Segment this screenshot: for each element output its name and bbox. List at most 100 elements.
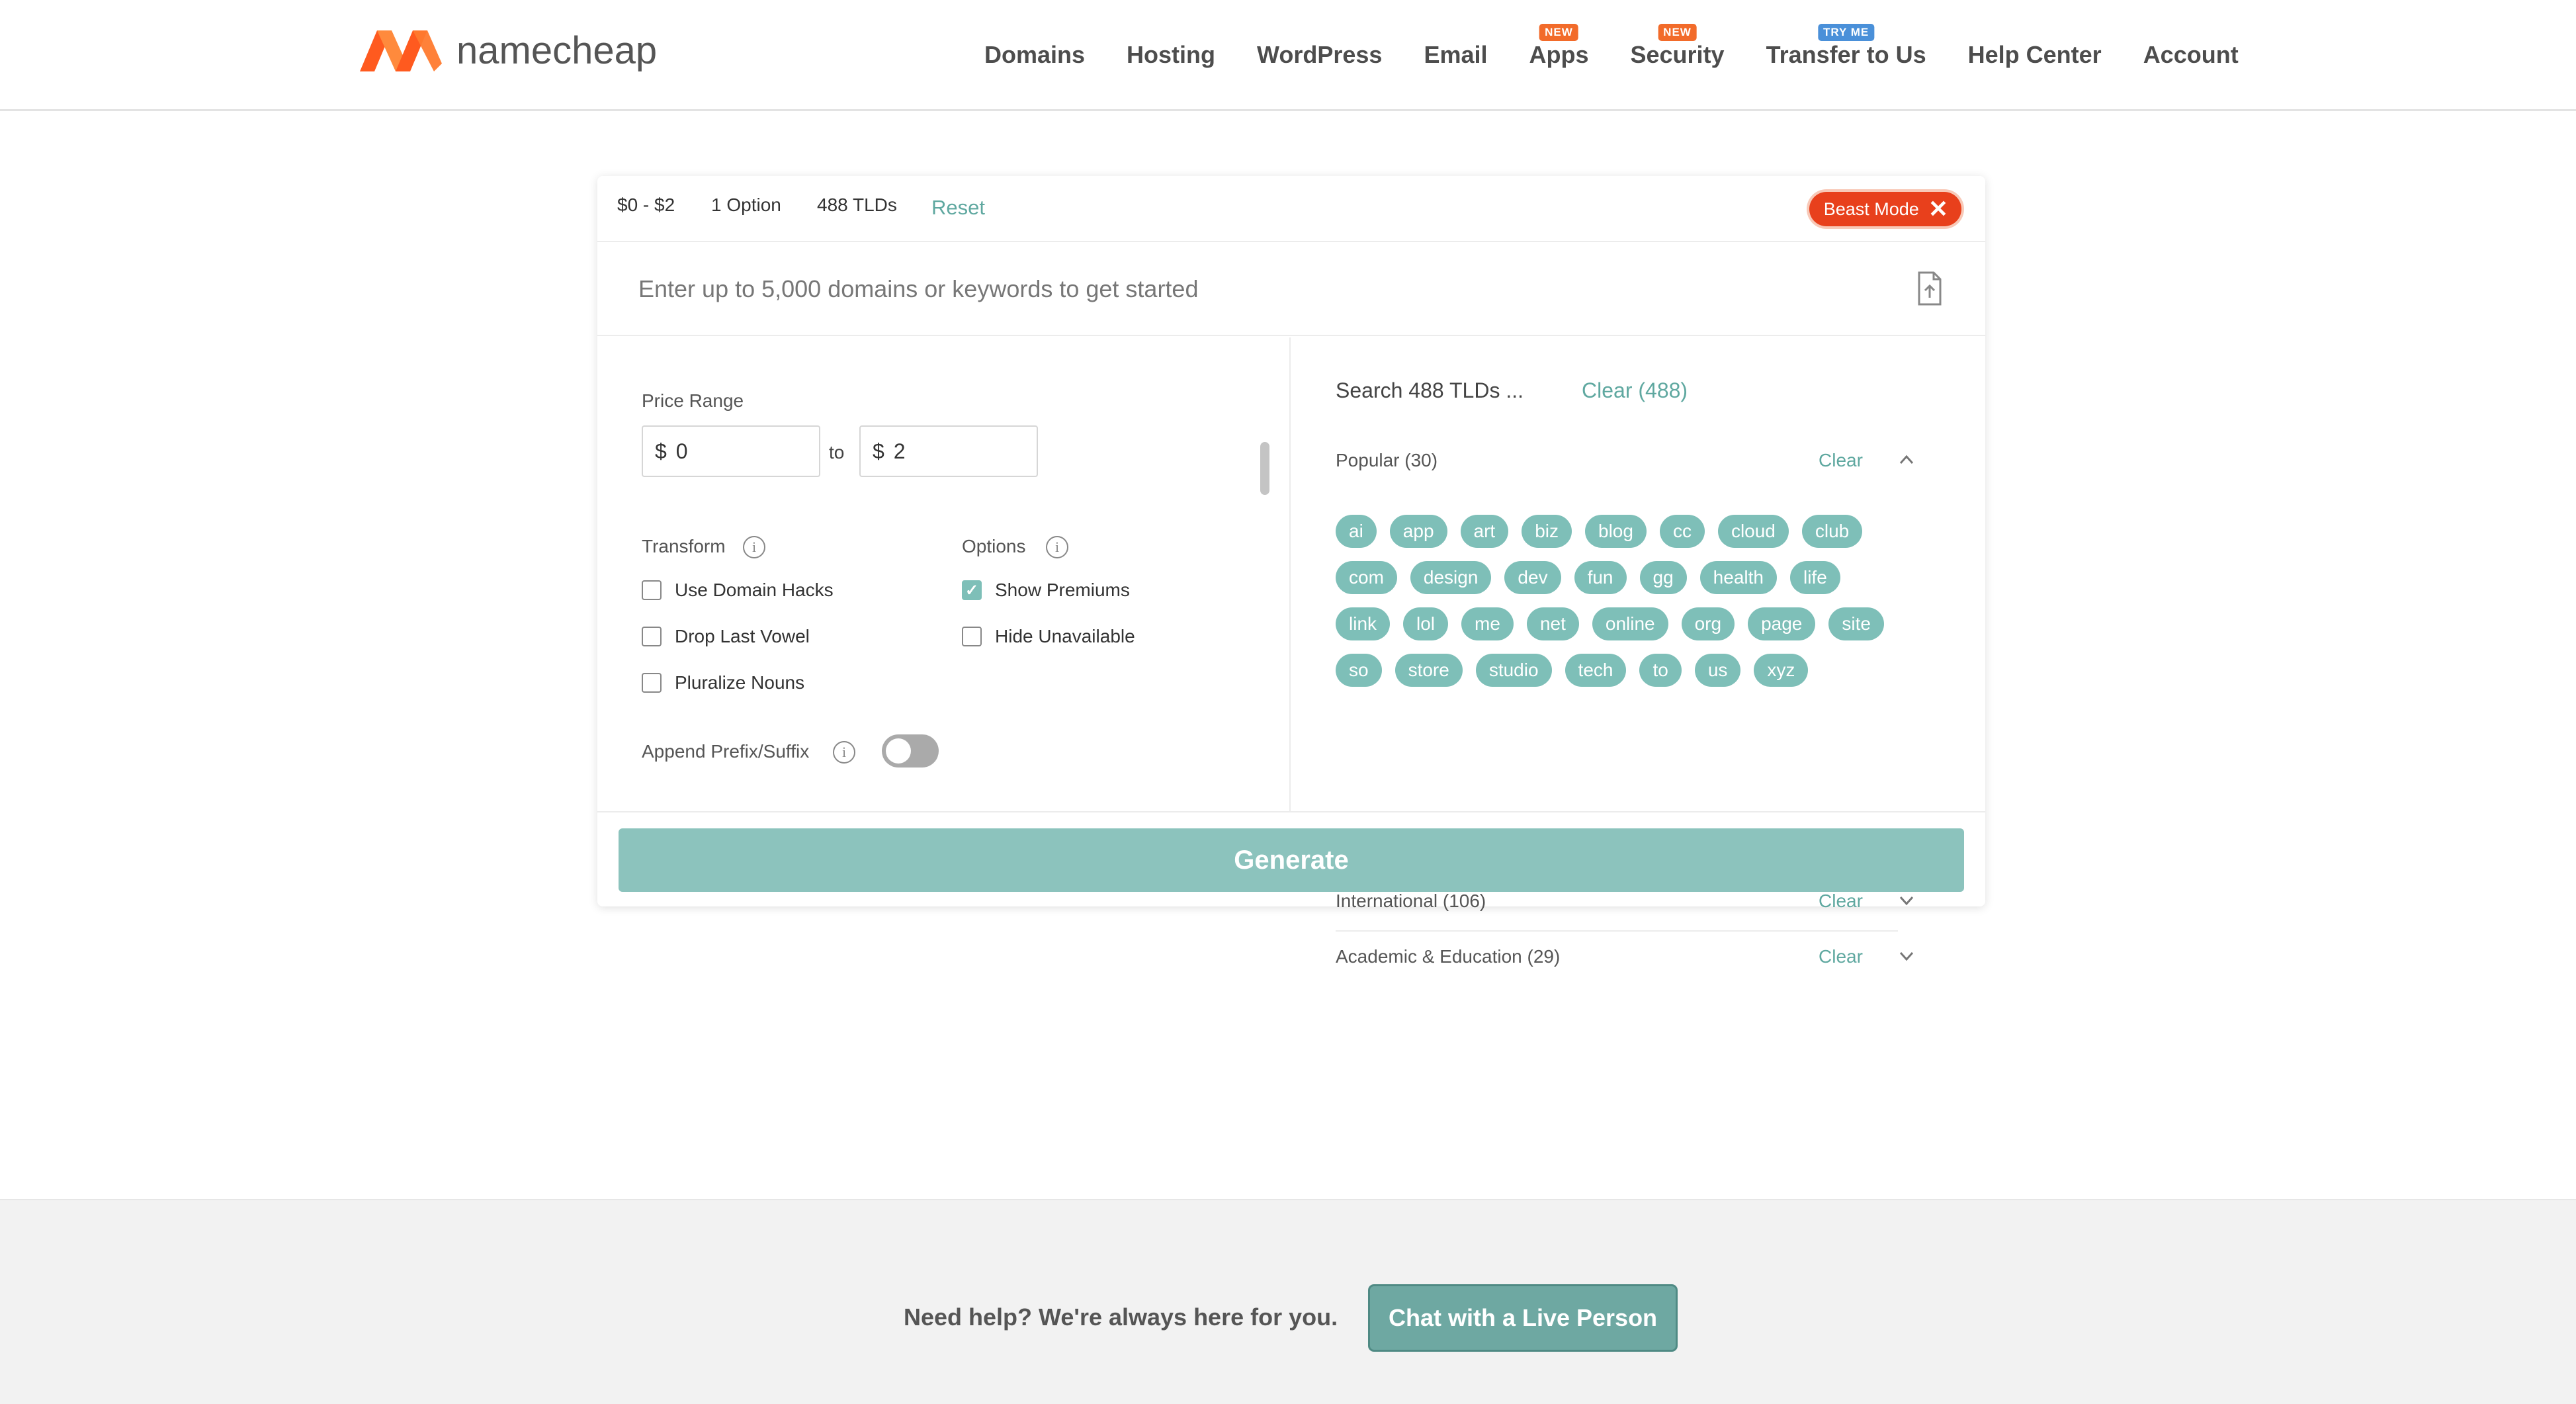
chevron-down-icon[interactable] <box>1898 947 1915 965</box>
show-premiums-checkbox[interactable]: ✓ Show Premiums <box>962 580 1130 601</box>
tld-tag-fun[interactable]: fun <box>1574 561 1627 594</box>
check-icon: ✓ <box>962 580 982 600</box>
price-to-label: to <box>829 442 845 462</box>
tld-tag-biz[interactable]: biz <box>1522 515 1572 548</box>
checkbox-box <box>962 627 982 646</box>
chevron-up-icon[interactable] <box>1898 451 1915 468</box>
tld-group-title[interactable]: Academic & Education (29) <box>1336 946 1560 967</box>
tld-tag-health[interactable]: health <box>1699 561 1777 594</box>
tld-tag-life[interactable]: life <box>1789 561 1840 594</box>
tld-tag-club[interactable]: club <box>1801 515 1863 548</box>
info-icon[interactable]: i <box>1046 536 1068 558</box>
nav-apps[interactable]: NEW Apps <box>1529 24 1589 69</box>
reset-link[interactable]: Reset <box>931 196 985 220</box>
currency-symbol: $ <box>873 439 884 463</box>
nav-label: Help Center <box>1967 41 2102 68</box>
generate-button[interactable]: Generate <box>619 828 1964 892</box>
tld-tag-com[interactable]: com <box>1336 561 1397 594</box>
transform-label: Transform <box>642 536 726 556</box>
tld-tag-gg[interactable]: gg <box>1639 561 1687 594</box>
file-upload-icon[interactable] <box>1916 271 1943 306</box>
price-min-value: 0 <box>675 439 688 463</box>
nav-account[interactable]: Account <box>2143 41 2239 69</box>
tld-tag-list: ai app art biz blog cc cloud club com design dev fu… <box>1336 515 1918 700</box>
checkbox-label: Pluralize Nouns <box>675 672 805 693</box>
tld-tag-lol[interactable]: lol <box>1403 607 1449 640</box>
tld-tag-page[interactable]: page <box>1748 607 1816 640</box>
brand-name: namecheap <box>456 28 658 72</box>
tld-tag-xyz[interactable]: xyz <box>1754 654 1809 687</box>
info-icon[interactable]: i <box>833 741 855 764</box>
nav-label: Transfer to Us <box>1766 41 1926 68</box>
divider <box>1336 930 1898 932</box>
namecheap-logo[interactable]: namecheap <box>357 25 657 75</box>
tld-tag-dev[interactable]: dev <box>1504 561 1561 594</box>
tld-tag-us[interactable]: us <box>1694 654 1741 687</box>
pluralize-nouns-checkbox[interactable]: Pluralize Nouns <box>642 672 804 693</box>
drop-last-vowel-checkbox[interactable]: Drop Last Vowel <box>642 626 810 647</box>
options-panel: Price Range $ 0 to $ 2 Transform i Use D… <box>597 337 1291 811</box>
tld-group-title[interactable]: Popular (30) <box>1336 450 1438 471</box>
tld-tag-cloud[interactable]: cloud <box>1717 515 1789 548</box>
checkbox-box <box>642 627 662 646</box>
nav-transfer[interactable]: TRY ME Transfer to Us <box>1766 24 1926 69</box>
tld-tag-link[interactable]: link <box>1336 607 1391 640</box>
nav-security[interactable]: NEW Security <box>1630 24 1725 69</box>
nav-label: Apps <box>1529 41 1589 68</box>
tld-tag-ai[interactable]: ai <box>1336 515 1377 548</box>
nav-email[interactable]: Email <box>1424 41 1487 69</box>
nav-wordpress[interactable]: WordPress <box>1257 41 1382 69</box>
tld-tag-art[interactable]: art <box>1460 515 1509 548</box>
new-badge: NEW <box>1539 24 1578 41</box>
beast-mode-label: Beast Mode <box>1823 198 1919 219</box>
tld-filter-chip[interactable]: 488 TLDs <box>817 195 897 216</box>
checkbox-label: Hide Unavailable <box>995 626 1135 646</box>
price-max-input[interactable]: $ 2 <box>859 425 1038 477</box>
tld-tag-me[interactable]: me <box>1461 607 1514 640</box>
price-min-input[interactable]: $ 0 <box>642 425 820 477</box>
tld-tag-studio[interactable]: studio <box>1475 654 1552 687</box>
nav-label: Security <box>1630 41 1725 68</box>
tld-tag-app[interactable]: app <box>1389 515 1447 548</box>
tld-tag-so[interactable]: so <box>1336 654 1382 687</box>
try-me-badge: TRY ME <box>1817 24 1875 41</box>
tld-tag-tech[interactable]: tech <box>1565 654 1627 687</box>
nav-help-center[interactable]: Help Center <box>1968 41 2102 69</box>
filter-summary-bar: $0 - $2 1 Option 488 TLDs Reset Beast Mo… <box>597 176 1985 242</box>
checkbox-label: Drop Last Vowel <box>675 626 810 646</box>
tld-group-clear-link[interactable]: Clear <box>1819 946 1863 967</box>
price-filter-chip[interactable]: $0 - $2 <box>617 195 675 216</box>
option-filter-chip[interactable]: 1 Option <box>711 195 781 216</box>
chat-live-person-button[interactable]: Chat with a Live Person <box>1370 1286 1676 1350</box>
nav-hosting[interactable]: Hosting <box>1127 41 1215 69</box>
info-icon[interactable]: i <box>743 536 765 558</box>
tld-tag-org[interactable]: org <box>1681 607 1735 640</box>
new-badge: NEW <box>1658 24 1697 41</box>
tld-tag-site[interactable]: site <box>1828 607 1884 640</box>
tld-tag-to[interactable]: to <box>1639 654 1682 687</box>
tld-tag-blog[interactable]: blog <box>1585 515 1647 548</box>
main-nav: Domains Hosting WordPress Email NEW Apps… <box>984 24 2239 69</box>
tld-search-input[interactable]: Search 488 TLDs ... <box>1336 378 1524 403</box>
price-max-value: 2 <box>893 439 906 463</box>
tld-tag-net[interactable]: net <box>1526 607 1579 640</box>
tld-scrollbar-thumb[interactable] <box>1260 442 1269 495</box>
nav-domains[interactable]: Domains <box>984 41 1085 69</box>
nav-label: WordPress <box>1257 41 1383 68</box>
checkbox-label: Use Domain Hacks <box>675 580 834 600</box>
tld-tag-online[interactable]: online <box>1592 607 1668 640</box>
toggle-knob <box>886 738 911 764</box>
beast-mode-toggle-button[interactable]: Beast Mode ✕ <box>1809 192 1961 226</box>
append-prefix-suffix-toggle[interactable] <box>882 734 939 768</box>
domain-search-input[interactable] <box>638 271 1829 307</box>
close-icon: ✕ <box>1928 195 1948 222</box>
tld-tag-store[interactable]: store <box>1395 654 1463 687</box>
hide-unavailable-checkbox[interactable]: Hide Unavailable <box>962 626 1135 647</box>
help-text: Need help? We're always here for you. <box>904 1303 1338 1331</box>
tld-panel: Search 488 TLDs ... Clear (488) Popular … <box>1292 337 1985 967</box>
use-domain-hacks-checkbox[interactable]: Use Domain Hacks <box>642 580 834 601</box>
tld-group-clear-link[interactable]: Clear <box>1819 450 1863 471</box>
tld-tag-design[interactable]: design <box>1410 561 1492 594</box>
tld-tag-cc[interactable]: cc <box>1659 515 1705 548</box>
tld-clear-all-link[interactable]: Clear (488) <box>1582 378 1688 403</box>
